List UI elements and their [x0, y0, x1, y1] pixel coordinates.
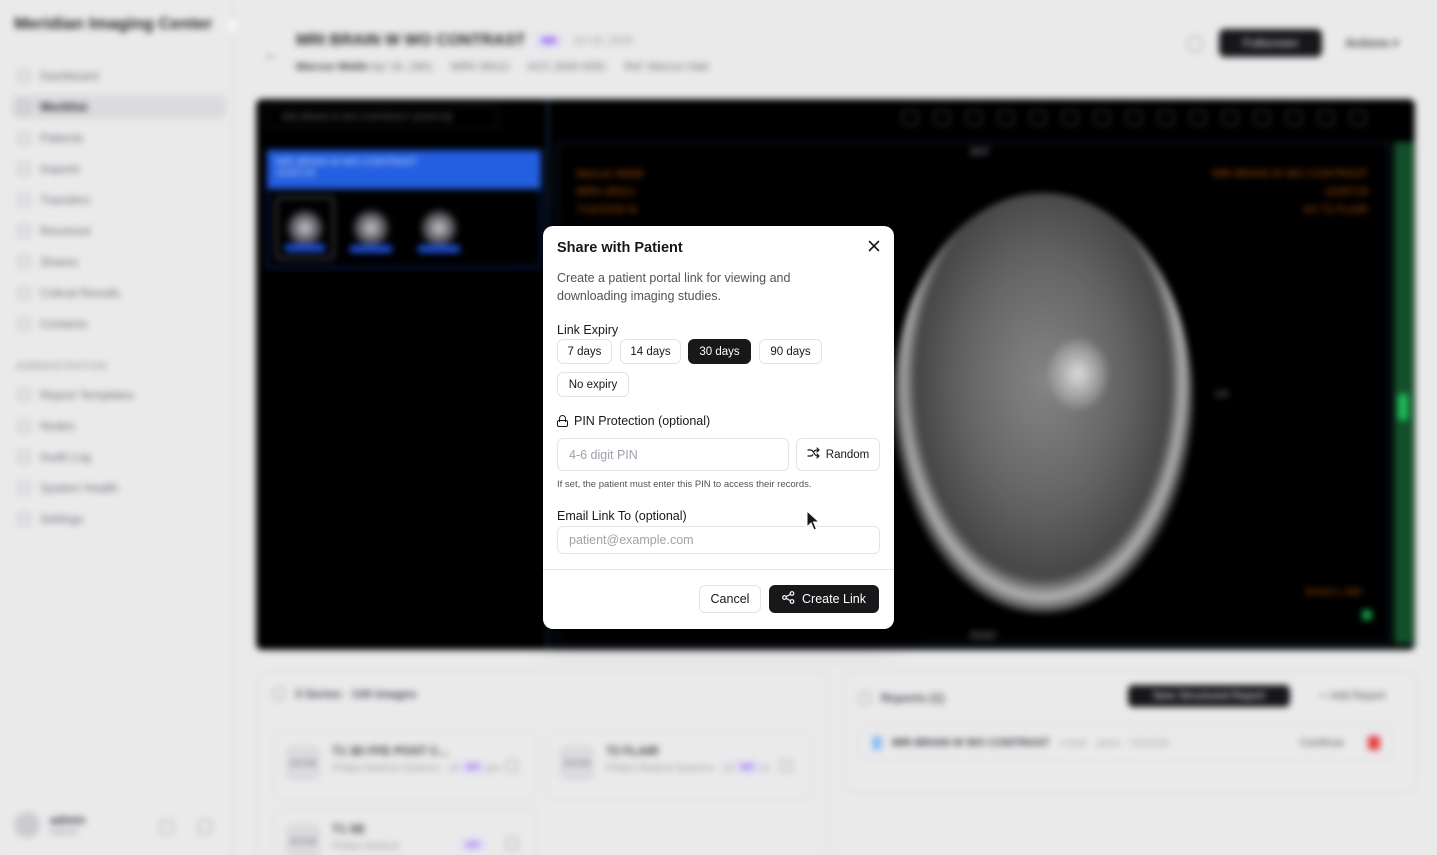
- shuffle-icon: [807, 447, 820, 462]
- email-field[interactable]: [557, 526, 880, 554]
- share-icon: [782, 591, 795, 607]
- dialog-description: Create a patient portal link for viewing…: [557, 271, 791, 303]
- pin-hint: If set, the patient must enter this PIN …: [557, 479, 812, 490]
- expiry-option-30-days[interactable]: 30 days: [688, 339, 751, 364]
- pin-protection-label: PIN Protection (optional): [557, 414, 710, 428]
- close-icon[interactable]: [866, 238, 882, 254]
- pin-input[interactable]: [557, 438, 789, 471]
- expiry-option-90-days[interactable]: 90 days: [759, 339, 822, 364]
- dialog-title: Share with Patient: [557, 240, 683, 256]
- random-pin-button[interactable]: Random: [796, 438, 880, 471]
- mouse-cursor-icon: [806, 509, 821, 537]
- expiry-option-no-expiry[interactable]: No expiry: [557, 372, 629, 397]
- email-label: Email Link To (optional): [557, 509, 687, 523]
- cancel-button[interactable]: Cancel: [699, 585, 761, 613]
- link-expiry-label: Link Expiry: [557, 323, 619, 337]
- share-with-patient-dialog: Share with Patient Create a patient port…: [543, 226, 894, 629]
- expiry-option-14-days[interactable]: 14 days: [620, 339, 681, 364]
- lock-icon: [557, 415, 568, 427]
- create-link-button[interactable]: Create Link: [769, 585, 879, 613]
- expiry-option-7-days[interactable]: 7 days: [557, 339, 612, 364]
- footer-divider: [543, 569, 894, 570]
